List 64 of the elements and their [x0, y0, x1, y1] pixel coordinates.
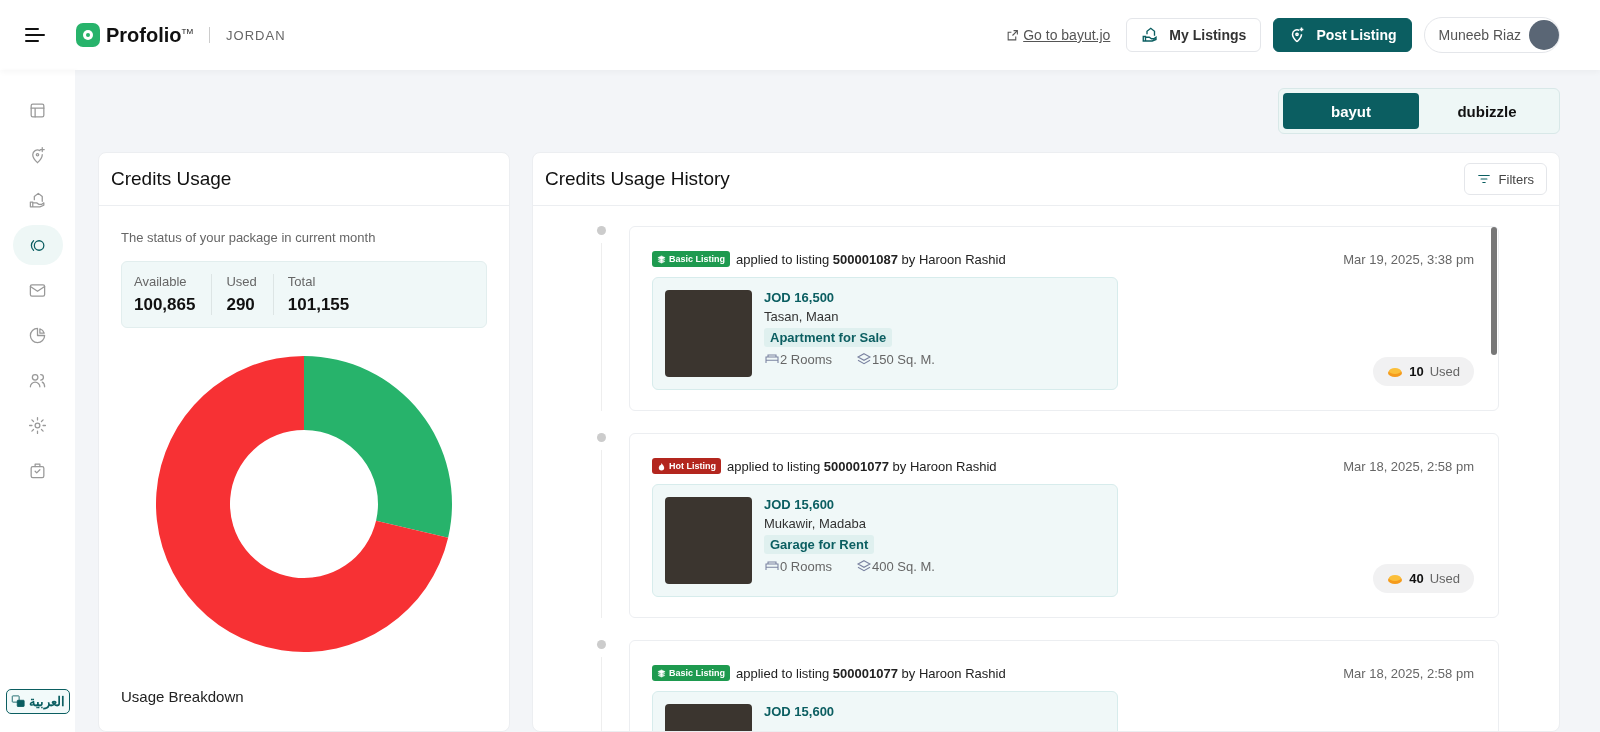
post-listing-button[interactable]: Post Listing — [1273, 18, 1412, 52]
stat-label: Total — [287, 274, 317, 289]
listing-location: Tasan, Maan — [764, 309, 839, 324]
listing-price: JOD 15,600 — [764, 704, 835, 719]
stat-label: Used — [226, 274, 257, 289]
coins-icon — [1387, 572, 1404, 585]
rooms-count: 2 Rooms — [780, 351, 833, 367]
credits-used-pill: 10 Used — [1373, 357, 1474, 386]
area-size: 150 Sq. M. — [872, 351, 935, 367]
my-listings-button[interactable]: My Listings — [1126, 18, 1262, 52]
timeline-dot — [596, 226, 606, 235]
listing-price: JOD 16,500 — [764, 290, 835, 305]
entry-description: applied to listing 500001077 by Haroon Rashid — [727, 458, 997, 474]
stat-value: 100,865 — [134, 295, 196, 315]
scrollbar[interactable] — [1491, 227, 1497, 355]
entry-date: Mar 18, 2025, 2:58 pm — [1343, 458, 1474, 474]
listing-location: Mukawir, Madaba — [764, 516, 866, 531]
external-link-icon — [1006, 28, 1020, 42]
layers-icon — [856, 351, 873, 367]
filters-button[interactable]: Filters — [1463, 163, 1547, 195]
entry-date: Mar 18, 2025, 2:58 pm — [1343, 665, 1474, 681]
sidebar-item[interactable] — [12, 225, 63, 265]
pie-chart-icon — [28, 325, 47, 345]
listing-type-tag: Apartment for Sale — [764, 328, 893, 347]
listing-price: JOD 15,600 — [764, 497, 835, 512]
stat-value: 290 — [226, 295, 256, 315]
entry-date: Mar 19, 2025, 3:38 pm — [1343, 251, 1474, 267]
layers-icon — [856, 558, 873, 574]
rooms-count: 0 Rooms — [780, 558, 833, 574]
country-label: JORDAN — [226, 27, 286, 43]
section-title: Usage Breakdown — [121, 688, 245, 705]
listing-badge: Basic Listing — [652, 251, 730, 267]
listing-type-tag: Garage for Rent — [764, 535, 875, 554]
menu-icon[interactable] — [24, 27, 46, 43]
language-button[interactable]: العربية — [5, 689, 70, 714]
layers-icon — [657, 254, 666, 264]
filter-icon — [1476, 172, 1491, 186]
layers-icon — [657, 668, 666, 678]
card-title: Credits Usage — [111, 168, 232, 190]
entry-description: applied to listing 500001077 by Haroon Rashid — [736, 665, 1006, 681]
entry-description: applied to listing 500001087 by Haroon Rashid — [736, 251, 1006, 267]
hand-house-icon — [28, 190, 47, 210]
coins-icon — [1387, 365, 1404, 378]
card-title: Credits Usage History — [545, 168, 730, 190]
card-subtitle: The status of your package in current month — [121, 230, 377, 245]
stat-value: 101,155 — [287, 295, 350, 315]
translate-icon — [10, 694, 26, 709]
listing-card[interactable]: JOD 15,600 Mukawir, Madaba Garage for Rent 0 Rooms 400 Sq. M. — [652, 484, 1118, 597]
credits-used-pill: 40 Used — [1373, 564, 1474, 593]
flame-icon — [657, 461, 666, 471]
brand-tab[interactable]: bayut — [1283, 93, 1419, 129]
timeline-dot — [596, 433, 606, 442]
area-size: 400 Sq. M. — [872, 558, 935, 574]
site-link[interactable]: Go to bayut.jo — [1006, 27, 1111, 43]
stat-label: Available — [134, 274, 188, 289]
listing-card[interactable]: JOD 16,500 Tasan, Maan Apartment for Sale 2 Rooms 150 Sq. M. — [652, 277, 1118, 390]
listing-card[interactable]: JOD 15,600 — [652, 691, 1118, 731]
logo-icon — [76, 23, 100, 47]
listing-badge: Basic Listing — [652, 665, 730, 681]
logo-text: Profolio$^{TM}$ — [106, 23, 194, 47]
brand-tab[interactable]: dubizzle — [1419, 93, 1555, 129]
listing-badge: Hot Listing — [652, 458, 721, 474]
hand-house-icon — [1141, 26, 1160, 44]
timeline-dot — [596, 640, 606, 649]
